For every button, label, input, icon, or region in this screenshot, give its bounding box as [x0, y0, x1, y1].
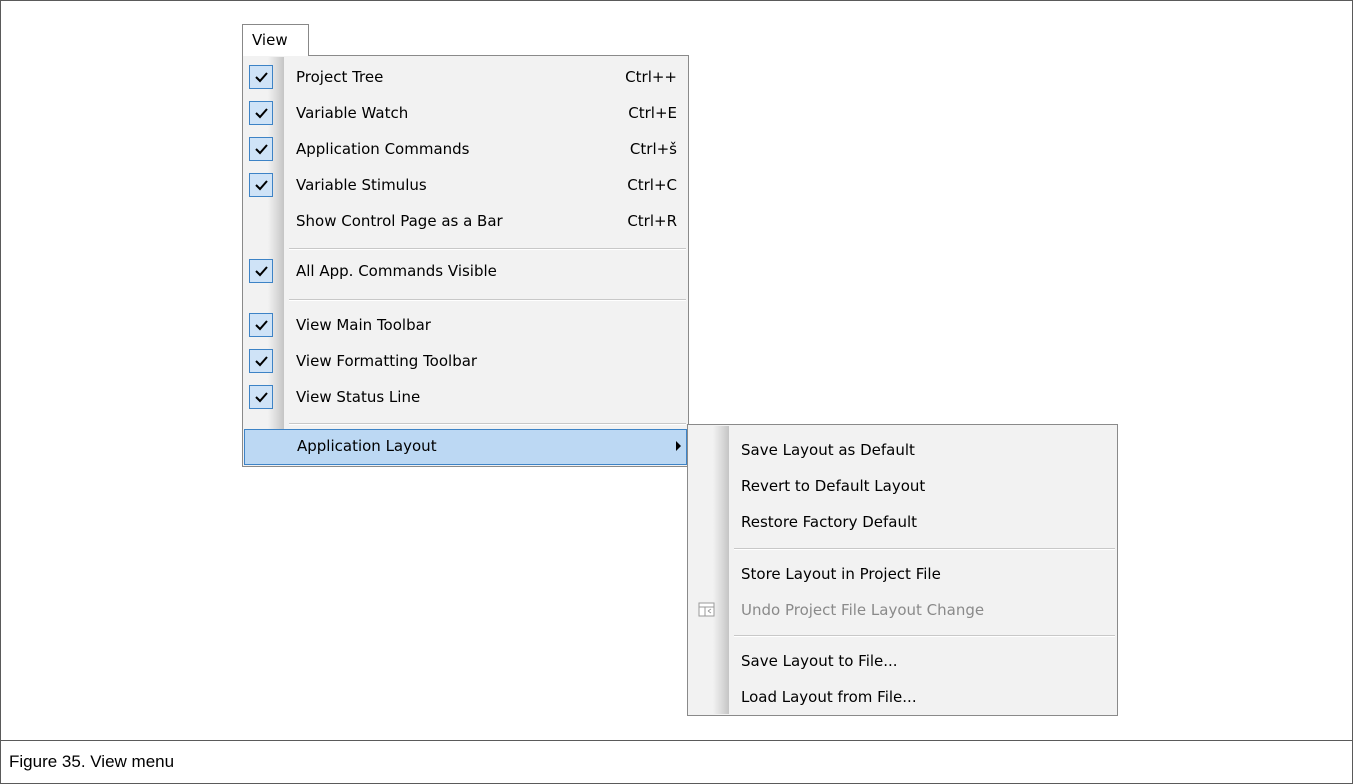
menu-item-show-control-page-as-bar[interactable]: Show Control Page as a Bar Ctrl+R	[243, 204, 688, 240]
view-menu-tab[interactable]: View	[242, 24, 309, 56]
menu-item-shortcut: Ctrl++	[625, 68, 677, 86]
menu-item-view-main-toolbar[interactable]: View Main Toolbar	[243, 308, 688, 344]
figure-caption: Figure 35. View menu	[9, 752, 175, 771]
menu-item-label: Application Commands	[296, 140, 470, 158]
menu-item-project-tree[interactable]: Project Tree Ctrl++	[243, 60, 688, 96]
caption-divider	[1, 740, 1352, 741]
menu-separator	[289, 248, 686, 250]
checkmark-icon	[249, 65, 273, 89]
menu-item-shortcut: Ctrl+š	[629, 140, 677, 158]
menu-item-label: Show Control Page as a Bar	[296, 212, 503, 230]
menu-item-shortcut: Ctrl+R	[627, 212, 677, 230]
menu-item-store-layout-in-project-file[interactable]: Store Layout in Project File	[688, 557, 1117, 593]
layout-undo-icon	[698, 602, 715, 617]
menu-item-restore-factory-default[interactable]: Restore Factory Default	[688, 505, 1117, 541]
menu-item-label: Project Tree	[296, 68, 384, 86]
menu-item-label: Variable Watch	[296, 104, 409, 122]
menu-item-revert-to-default-layout[interactable]: Revert to Default Layout	[688, 469, 1117, 505]
menu-item-variable-watch[interactable]: Variable Watch Ctrl+E	[243, 96, 688, 132]
view-menu: Project Tree Ctrl++ Variable Watch Ctrl+…	[242, 55, 689, 467]
menu-item-shortcut: Ctrl+C	[627, 176, 677, 194]
checkmark-icon	[249, 385, 273, 409]
menu-item-application-commands[interactable]: Application Commands Ctrl+š	[243, 132, 688, 168]
menu-item-save-layout-to-file[interactable]: Save Layout to File...	[688, 644, 1117, 680]
checkmark-icon	[249, 101, 273, 125]
menu-item-label: All App. Commands Visible	[296, 262, 497, 280]
menu-item-all-app-commands-visible[interactable]: All App. Commands Visible	[243, 254, 688, 290]
menu-separator	[289, 299, 686, 301]
menu-item-variable-stimulus[interactable]: Variable Stimulus Ctrl+C	[243, 168, 688, 204]
menu-item-view-formatting-toolbar[interactable]: View Formatting Toolbar	[243, 344, 688, 380]
menu-separator	[734, 635, 1115, 637]
checkmark-icon	[249, 313, 273, 337]
menu-separator	[289, 423, 686, 425]
menu-item-label: Undo Project File Layout Change	[741, 601, 985, 619]
view-menu-tab-label: View	[252, 31, 288, 49]
menu-item-label: Application Layout	[297, 437, 437, 455]
menu-item-shortcut: Ctrl+E	[628, 104, 677, 122]
menu-item-application-layout[interactable]: Application Layout	[244, 429, 687, 465]
menu-item-label: Restore Factory Default	[741, 513, 918, 531]
menu-item-label: View Main Toolbar	[296, 316, 431, 334]
menu-item-label: Save Layout as Default	[741, 441, 915, 459]
menu-item-label: View Formatting Toolbar	[296, 352, 478, 370]
menu-item-label: Revert to Default Layout	[741, 477, 926, 495]
menu-item-label: Store Layout in Project File	[741, 565, 941, 583]
application-layout-submenu: Save Layout as Default Revert to Default…	[687, 424, 1118, 716]
menu-item-label: Variable Stimulus	[296, 176, 427, 194]
menu-separator	[734, 548, 1115, 550]
checkmark-icon	[249, 349, 273, 373]
menu-item-save-layout-as-default[interactable]: Save Layout as Default	[688, 433, 1117, 469]
menu-item-label: View Status Line	[296, 388, 421, 406]
menu-item-load-layout-from-file[interactable]: Load Layout from File...	[688, 680, 1117, 716]
submenu-arrow-icon	[676, 441, 681, 451]
menu-item-view-status-line[interactable]: View Status Line	[243, 380, 688, 416]
menu-item-undo-project-file-layout-change[interactable]: Undo Project File Layout Change	[688, 593, 1117, 629]
checkmark-icon	[249, 137, 273, 161]
checkmark-icon	[249, 259, 273, 283]
menu-item-label: Load Layout from File...	[741, 688, 917, 706]
checkmark-icon	[249, 173, 273, 197]
menu-item-label: Save Layout to File...	[741, 652, 898, 670]
